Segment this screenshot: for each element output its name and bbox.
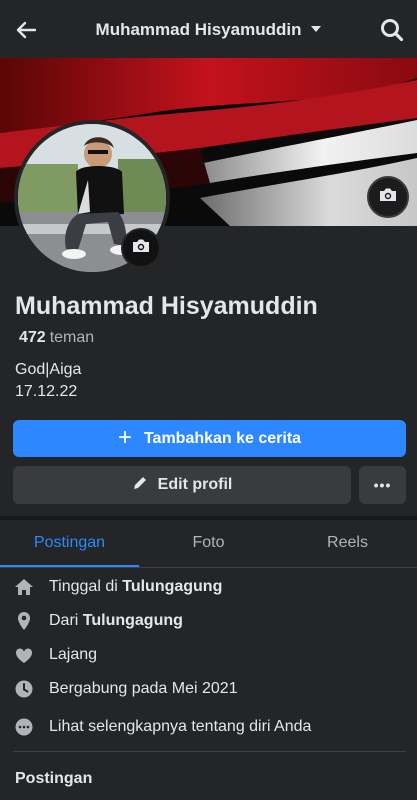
add-to-story-button[interactable]: + Tambahkan ke cerita [13,420,406,457]
more-horizontal-icon [14,717,34,737]
lives-city[interactable]: Tulungagung [122,578,222,595]
edit-profile-button[interactable]: Edit profil [13,466,351,504]
see-more-about-link[interactable]: Lihat selengkapnya tentang diri Anda [0,712,417,742]
friends-label: teman [49,329,95,346]
edit-profile-label: Edit profil [157,476,233,493]
chevron-down-icon [311,25,322,32]
camera-icon [378,187,398,208]
divider [13,751,406,752]
pencil-icon [132,475,158,496]
detail-from: Dari Tulungagung [0,606,417,636]
tab-photos[interactable]: Foto [139,520,278,567]
profile-tabs: Postingan Foto Reels [0,520,417,568]
relationship-status: Lajang [49,646,98,663]
heart-icon [14,645,34,665]
header-title: Muhammad Hisyamuddin [95,20,302,39]
edit-cover-camera-button[interactable] [367,176,409,218]
detail-relationship: Lajang [0,640,417,670]
top-app-bar: Muhammad Hisyamuddin [0,0,417,58]
bio-line: 17.12.22 [15,383,78,400]
from-prefix: Dari [49,612,83,629]
tab-posts[interactable]: Postingan [0,520,139,567]
lives-prefix: Tinggal di [49,578,123,595]
from-city[interactable]: Tulungagung [83,612,183,629]
clock-icon [14,679,34,699]
tab-reels[interactable]: Reels [278,520,417,567]
profile-bio: God|Aiga 17.12.22 [15,359,81,403]
location-pin-icon [14,611,34,631]
see-more-label: Lihat selengkapnya tentang diri Anda [49,718,312,735]
profile-switcher[interactable]: Muhammad Hisyamuddin [0,20,417,40]
friends-count-link[interactable]: 472 teman [19,329,94,347]
edit-avatar-camera-button[interactable] [121,228,161,268]
posts-section-title: Postingan [15,770,93,787]
bio-line: God|Aiga [15,361,82,378]
friends-count: 472 [19,329,46,346]
detail-lives-in: Tinggal di Tulungagung [0,572,417,602]
plus-icon: + [117,423,132,451]
add-to-story-label: Tambahkan ke cerita [143,429,302,447]
search-icon[interactable] [379,17,405,43]
more-dots-icon: ••• [373,477,392,493]
profile-name: Muhammad Hisyamuddin [15,292,318,320]
home-icon [14,577,34,597]
detail-joined: Bergabung pada Mei 2021 [0,674,417,704]
camera-icon [131,238,151,259]
joined-date: Bergabung pada Mei 2021 [49,680,238,697]
more-options-button[interactable]: ••• [359,466,406,504]
